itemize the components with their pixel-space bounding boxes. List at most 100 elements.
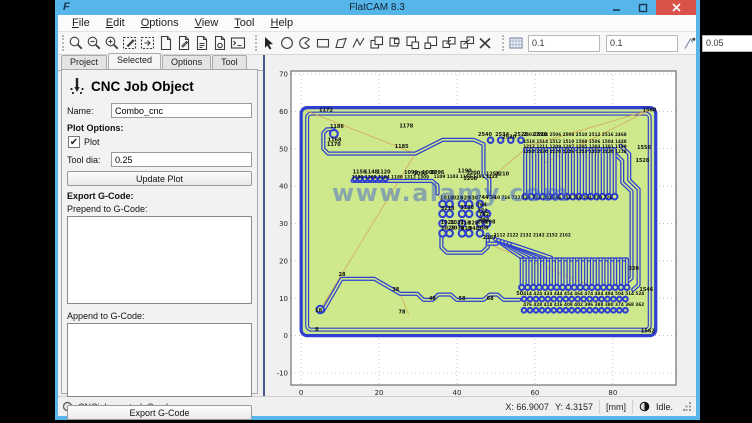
menu-edit[interactable]: Edit (98, 16, 133, 30)
svg-text:1178: 1178 (399, 123, 413, 129)
cut-path-icon (423, 35, 439, 51)
svg-text:www.alamy.com: www.alamy.com (332, 179, 570, 207)
zoom-in-icon (104, 35, 120, 51)
object-title: CNC Job Object (91, 79, 194, 94)
update-geometry-icon (140, 35, 156, 51)
title-bar: FlatCAM 8.3 F (58, 0, 696, 15)
svg-text:-10: -10 (277, 370, 288, 378)
polygon-tool-button[interactable] (332, 34, 350, 53)
main-toolbar (58, 32, 696, 55)
svg-text:1186: 1186 (330, 124, 344, 130)
snap-grid-toggle-button[interactable] (507, 34, 525, 53)
toolbar-drag-handle[interactable] (255, 35, 257, 51)
svg-text:2112 2122 2132 2142 2152 2162: 2112 2122 2132 2142 2152 2162 (494, 233, 571, 238)
tab-project[interactable]: Project (61, 55, 107, 70)
statusbar-separator (632, 400, 633, 414)
cut-path-button[interactable] (422, 34, 440, 53)
prepend-gcode-textarea[interactable] (67, 216, 252, 304)
save-project-as-button[interactable] (211, 34, 229, 53)
zoom-out-button[interactable] (85, 34, 103, 53)
union-button[interactable] (368, 34, 386, 53)
copy-objects-button[interactable] (440, 34, 458, 53)
save-project-button[interactable] (193, 34, 211, 53)
open-file-icon (176, 35, 192, 51)
toolbar-drag-handle[interactable] (62, 35, 64, 51)
menu-help[interactable]: Help (262, 16, 301, 30)
svg-text:308: 308 (478, 225, 489, 231)
move-objects-button[interactable] (458, 34, 476, 53)
svg-text:18: 18 (315, 308, 322, 314)
polygon-tool-icon (333, 35, 349, 51)
path-tool-button[interactable] (350, 34, 368, 53)
svg-text:38: 38 (392, 287, 399, 293)
svg-text:20: 20 (279, 257, 288, 265)
screenshot-root: { "window": { "title": "FlatCAM 8.3" }, … (0, 0, 752, 423)
corner-snap-toggle-button[interactable] (681, 34, 699, 53)
close-button[interactable] (656, 0, 696, 15)
menu-options[interactable]: Options (133, 16, 187, 30)
arc-tool-button[interactable] (296, 34, 314, 53)
grid-x-input[interactable] (528, 35, 600, 52)
main-content: Project Selected Options Tool CNC Job Ob… (58, 55, 696, 396)
minimize-button[interactable] (604, 0, 630, 15)
arc-tool-icon (297, 35, 313, 51)
maximize-icon (638, 3, 648, 13)
grid-y-input[interactable] (606, 35, 678, 52)
minimize-icon (612, 3, 622, 13)
window-title: FlatCAM 8.3 (58, 2, 696, 13)
menu-file[interactable]: File (64, 16, 98, 30)
append-gcode-textarea[interactable] (67, 323, 252, 397)
shell-button[interactable] (229, 34, 247, 53)
zoom-fit-button[interactable] (67, 34, 85, 53)
new-file-icon (158, 35, 174, 51)
svg-text:28: 28 (339, 272, 346, 278)
name-label: Name: (67, 106, 111, 116)
svg-text:70: 70 (279, 70, 288, 78)
new-project-button[interactable] (157, 34, 175, 53)
svg-text:320: 320 (628, 266, 639, 272)
close-icon (672, 3, 681, 12)
svg-text:8: 8 (315, 327, 319, 333)
menu-view[interactable]: View (187, 16, 227, 30)
svg-text:1556: 1556 (637, 145, 651, 151)
panel-splitter[interactable] (263, 55, 265, 396)
cncjob-icon (69, 77, 85, 95)
plot-canvas[interactable]: 020406080-100102030405060701172156015628… (266, 55, 696, 396)
edit-geometry-icon (122, 35, 138, 51)
svg-text:1185: 1185 (395, 144, 409, 150)
toolbar-drag-handle[interactable] (502, 35, 504, 51)
resize-grip[interactable] (683, 402, 692, 411)
svg-text:2502 2504 2506 2508 2510 2512: 2502 2504 2506 2508 2510 2512 2516 2468 (523, 132, 627, 137)
svg-text:10: 10 (279, 295, 288, 303)
svg-text:20: 20 (375, 389, 384, 396)
select-tool-button[interactable] (260, 34, 278, 53)
snap-max-input[interactable] (702, 35, 752, 52)
menu-tool[interactable]: Tool (226, 16, 262, 30)
zoom-in-button[interactable] (103, 34, 121, 53)
update-geometry-button[interactable] (139, 34, 157, 53)
maximize-button[interactable] (630, 0, 656, 15)
append-label: Append to G-Code: (67, 311, 252, 321)
circle-tool-button[interactable] (278, 34, 296, 53)
tool-dia-label: Tool dia: (67, 155, 111, 165)
delete-shape-button[interactable] (476, 34, 494, 53)
svg-text:1560: 1560 (642, 107, 656, 113)
left-panel: Project Selected Options Tool CNC Job Ob… (58, 55, 263, 396)
tab-tool[interactable]: Tool (212, 55, 247, 70)
circle-tool-icon (279, 35, 295, 51)
update-plot-button[interactable]: Update Plot (67, 171, 252, 186)
subtract-button[interactable] (404, 34, 422, 53)
intersection-button[interactable] (386, 34, 404, 53)
union-icon (369, 35, 385, 51)
export-gcode-button[interactable]: Export G-Code (67, 405, 252, 420)
save-file-icon (194, 35, 210, 51)
tab-options[interactable]: Options (162, 55, 211, 70)
svg-text:78: 78 (399, 310, 406, 316)
open-project-button[interactable] (175, 34, 193, 53)
plot-checkbox[interactable]: ✔ (68, 136, 80, 148)
tool-dia-input[interactable] (111, 152, 252, 167)
name-input[interactable] (111, 103, 252, 118)
edit-geometry-button[interactable] (121, 34, 139, 53)
copy-icon (441, 35, 457, 51)
rectangle-tool-button[interactable] (314, 34, 332, 53)
